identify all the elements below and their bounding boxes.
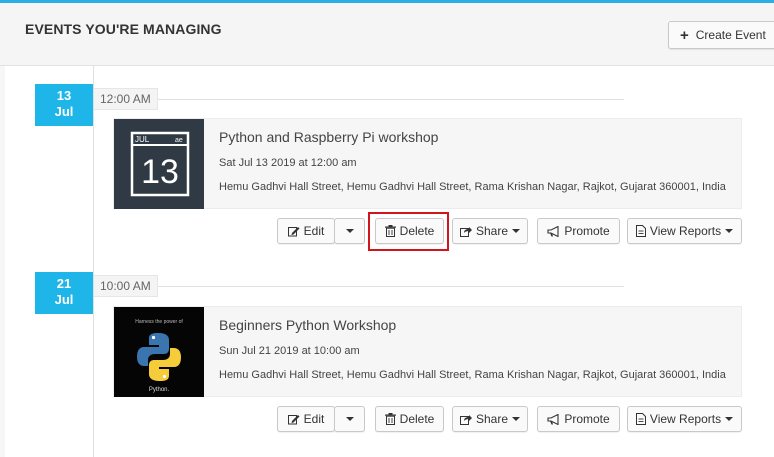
event-time: 12:00 AM	[94, 88, 158, 110]
share-button[interactable]: Share	[452, 218, 528, 244]
promote-button[interactable]: Promote	[537, 218, 620, 244]
delete-label: Delete	[399, 412, 435, 426]
event-datetime: Sun Jul 21 2019 at 10:00 am	[219, 345, 360, 357]
event-address: Hemu Gadhvi Hall Street, Hemu Gadhvi Hal…	[219, 181, 726, 193]
view-reports-label: View Reports	[649, 224, 722, 238]
caret-down-icon	[512, 229, 521, 233]
page-header: EVENTS YOU'RE MANAGING + Create Event	[0, 3, 774, 66]
time-divider	[158, 99, 624, 100]
edit-dropdown-toggle[interactable]	[334, 406, 365, 432]
event-day: 13	[56, 88, 72, 103]
edit-button[interactable]: Edit	[277, 406, 335, 432]
report-file-icon	[635, 413, 646, 425]
delete-button[interactable]: Delete	[375, 406, 444, 432]
report-file-icon	[635, 225, 646, 237]
event-month: Jul	[54, 104, 74, 119]
caret-down-icon	[345, 229, 354, 233]
edit-button[interactable]: Edit	[277, 218, 335, 244]
event-date-badge: 13 Jul	[35, 84, 93, 126]
event-time: 10:00 AM	[94, 275, 158, 297]
edit-icon	[287, 414, 300, 424]
time-divider	[158, 286, 624, 287]
bullhorn-icon	[547, 413, 559, 425]
event-day: 21	[56, 276, 72, 291]
python-logo-thumbnail: Harness the power of Python.	[114, 307, 204, 397]
thumb-caption: Python.	[149, 387, 170, 393]
view-reports-button[interactable]: View Reports	[627, 406, 742, 432]
edit-label: Edit	[303, 224, 325, 238]
calendar-thumbnail-icon: JUL ae 13	[114, 119, 204, 209]
share-label: Share	[475, 412, 509, 426]
event-title[interactable]: Python and Raspberry Pi workshop	[219, 129, 438, 145]
page-title: EVENTS YOU'RE MANAGING	[25, 21, 222, 37]
plus-icon: +	[680, 26, 689, 44]
edit-icon	[287, 226, 300, 236]
create-event-label: Create Event	[695, 28, 766, 42]
timeline-line	[93, 66, 94, 457]
event-title[interactable]: Beginners Python Workshop	[219, 317, 396, 333]
bullhorn-icon	[547, 225, 559, 237]
caret-down-icon	[345, 417, 354, 421]
share-label: Share	[475, 224, 509, 238]
caret-down-icon	[725, 417, 734, 421]
edit-dropdown-toggle[interactable]	[334, 218, 365, 244]
edit-label: Edit	[303, 412, 325, 426]
thumb-tagline: Harness the power of	[135, 319, 183, 325]
event-card[interactable]: JUL ae 13 Python and Raspberry Pi worksh…	[113, 118, 742, 209]
event-date-badge: 21 Jul	[35, 272, 93, 314]
caret-down-icon	[725, 229, 734, 233]
event-datetime: Sat Jul 13 2019 at 12:00 am	[219, 157, 357, 169]
event-month: Jul	[54, 292, 74, 307]
promote-label: Promote	[564, 224, 610, 238]
delete-highlight-box	[368, 212, 449, 251]
svg-text:ae: ae	[175, 137, 183, 144]
event-address: Hemu Gadhvi Hall Street, Hemu Gadhvi Hal…	[219, 369, 726, 381]
share-button[interactable]: Share	[452, 406, 528, 432]
share-icon	[459, 414, 472, 425]
view-reports-button[interactable]: View Reports	[627, 218, 742, 244]
promote-label: Promote	[564, 412, 610, 426]
create-event-button[interactable]: + Create Event	[668, 21, 774, 49]
event-card[interactable]: Harness the power of Python. Beginners P…	[113, 306, 742, 397]
view-reports-label: View Reports	[649, 412, 722, 426]
caret-down-icon	[512, 417, 521, 421]
thumb-month: JUL	[135, 135, 150, 144]
share-icon	[459, 226, 472, 237]
thumb-day: 13	[141, 153, 179, 191]
trash-icon	[384, 413, 396, 425]
promote-button[interactable]: Promote	[537, 406, 620, 432]
